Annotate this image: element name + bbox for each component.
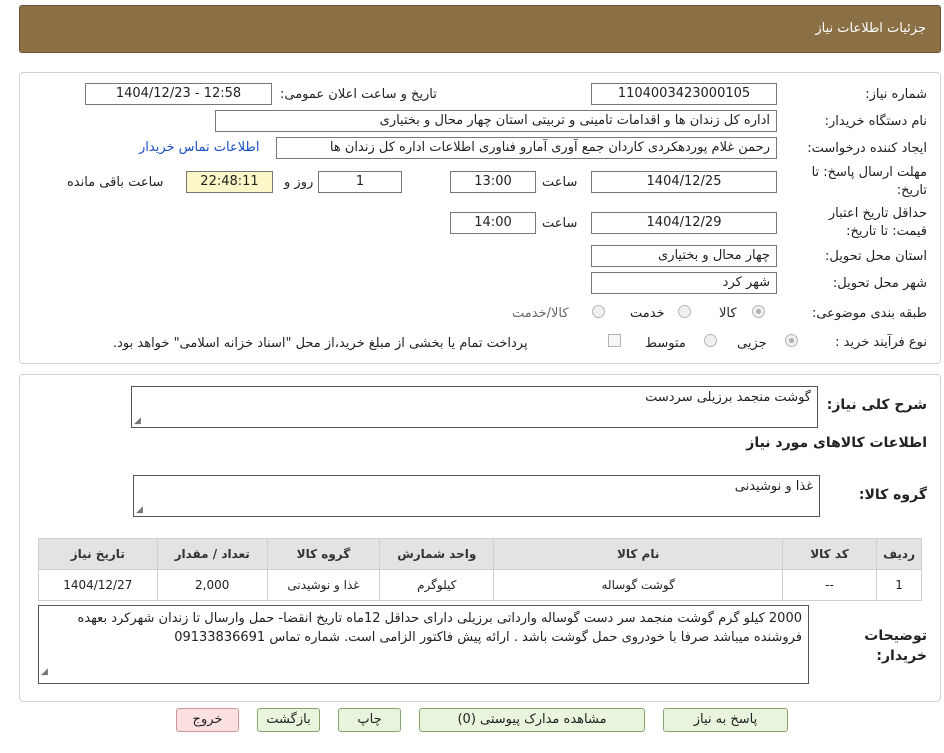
- announce-field: 1404/12/23 - 12:58: [85, 83, 272, 105]
- deadline-time-field: 13:00: [450, 171, 536, 193]
- day-and-label: روز و: [284, 175, 314, 190]
- summary-label: شرح کلی نیاز:: [826, 397, 927, 413]
- goods-info-title: اطلاعات کالاهای مورد نیاز: [746, 435, 927, 451]
- col-header-code: کد کالا: [781, 538, 878, 570]
- category-radio-goods[interactable]: [752, 305, 765, 318]
- category-option-goods: کالا: [719, 306, 737, 321]
- buyer-contact-link[interactable]: اطلاعات تماس خریدار: [139, 140, 259, 155]
- print-button[interactable]: چاپ: [338, 708, 401, 732]
- category-radio-service[interactable]: [678, 305, 691, 318]
- deadline-label: مهلت ارسال پاسخ: تا تاریخ:: [811, 165, 927, 198]
- table-row: 1 -- گوشت گوساله کیلوگرم غذا و نوشیدنی 2…: [38, 569, 922, 601]
- cell-group: غذا و نوشیدنی: [266, 569, 381, 601]
- col-header-date: تاریخ نیاز: [38, 538, 158, 570]
- resize-grip-icon: ◢: [41, 667, 48, 677]
- resize-grip-icon: ◢: [136, 505, 143, 515]
- validity-time-field: 14:00: [450, 212, 536, 234]
- validity-date-field: 1404/12/29: [591, 212, 777, 234]
- province-field: چهار محال و بختیاری: [591, 245, 777, 267]
- page-header: جزئیات اطلاعات نیاز: [19, 5, 941, 53]
- requester-label: ایجاد کننده درخواست:: [807, 141, 927, 156]
- city-field: شهر کرد: [591, 272, 777, 294]
- buyer-notes-textarea[interactable]: 2000 کیلو گرم گوشت منجمد سر دست گوساله و…: [38, 605, 809, 684]
- buyer-org-label: نام دستگاه خریدار:: [824, 114, 927, 129]
- attachments-button[interactable]: مشاهده مدارک پیوستی (0): [419, 708, 645, 732]
- process-radio-partial[interactable]: [785, 334, 798, 347]
- validity-time-label: ساعت: [542, 216, 578, 231]
- summary-text: گوشت منجمد برزیلی سردست: [645, 390, 811, 405]
- buyer-org-field: اداره کل زندان ها و اقدامات تامینی و ترب…: [215, 110, 777, 132]
- cell-quantity: 2,000: [156, 569, 268, 601]
- category-option-goods-service: کالا/خدمت: [512, 306, 569, 321]
- remaining-time-field: 22:48:11: [186, 171, 273, 193]
- cell-date: 1404/12/27: [38, 569, 158, 601]
- need-number-label: شماره نیاز:: [865, 87, 927, 102]
- col-header-quantity: تعداد / مقدار: [156, 538, 268, 570]
- page-title: جزئیات اطلاعات نیاز: [815, 21, 926, 36]
- table-header-row: ردیف کد کالا نام کالا واحد شمارش گروه کا…: [38, 538, 922, 570]
- treasury-checkbox[interactable]: [608, 334, 621, 347]
- process-option-medium: متوسط: [645, 336, 686, 351]
- goods-group-label: گروه کالا:: [858, 487, 927, 503]
- exit-button[interactable]: خروج: [176, 708, 239, 732]
- process-option-partial: جزیی: [737, 336, 767, 351]
- validity-label: حداقل تاریخ اعتبار قیمت: تا تاریخ:: [828, 206, 927, 239]
- deadline-time-label: ساعت: [542, 175, 578, 190]
- col-header-name: نام کالا: [493, 538, 783, 570]
- items-table: ردیف کد کالا نام کالا واحد شمارش گروه کا…: [38, 538, 922, 601]
- province-label: استان محل تحویل:: [825, 249, 927, 264]
- col-header-unit: واحد شمارش: [379, 538, 495, 570]
- category-label: طبقه بندی موضوعی:: [811, 306, 927, 321]
- remaining-days-field: 1: [318, 171, 402, 193]
- resize-grip-icon: ◢: [134, 416, 141, 426]
- process-radio-medium[interactable]: [704, 334, 717, 347]
- back-button[interactable]: بازگشت: [257, 708, 320, 732]
- category-option-service: خدمت: [630, 306, 665, 321]
- announce-label: تاریخ و ساعت اعلان عمومی:: [280, 87, 437, 102]
- col-header-row: ردیف: [876, 538, 922, 570]
- goods-group-textarea[interactable]: غذا و نوشیدنی ◢: [133, 475, 820, 517]
- process-label: نوع فرآیند خرید :: [835, 335, 927, 350]
- cell-code: --: [781, 569, 878, 601]
- buyer-notes-label: توضیحات خریدار:: [864, 628, 927, 664]
- city-label: شهر محل تحویل:: [832, 276, 927, 291]
- cell-unit: کیلوگرم: [379, 569, 495, 601]
- category-radio-goods-service[interactable]: [592, 305, 605, 318]
- requester-field: رحمن غلام پوردهکردی کاردان جمع آوری آمار…: [276, 137, 777, 159]
- reply-button[interactable]: پاسخ به نیاز: [663, 708, 788, 732]
- need-number-field: 1104003423000105: [591, 83, 777, 105]
- summary-textarea[interactable]: گوشت منجمد برزیلی سردست ◢: [131, 386, 818, 428]
- col-header-group: گروه کالا: [266, 538, 381, 570]
- deadline-date-field: 1404/12/25: [591, 171, 777, 193]
- cell-name: گوشت گوساله: [493, 569, 783, 601]
- goods-group-text: غذا و نوشیدنی: [734, 479, 813, 494]
- buyer-notes-text: 2000 کیلو گرم گوشت منجمد سر دست گوساله و…: [77, 611, 802, 645]
- payment-note: پرداخت تمام یا بخشی از مبلغ خرید،از محل …: [113, 336, 528, 351]
- cell-row: 1: [876, 569, 922, 601]
- remaining-label: ساعت باقی مانده: [67, 175, 164, 190]
